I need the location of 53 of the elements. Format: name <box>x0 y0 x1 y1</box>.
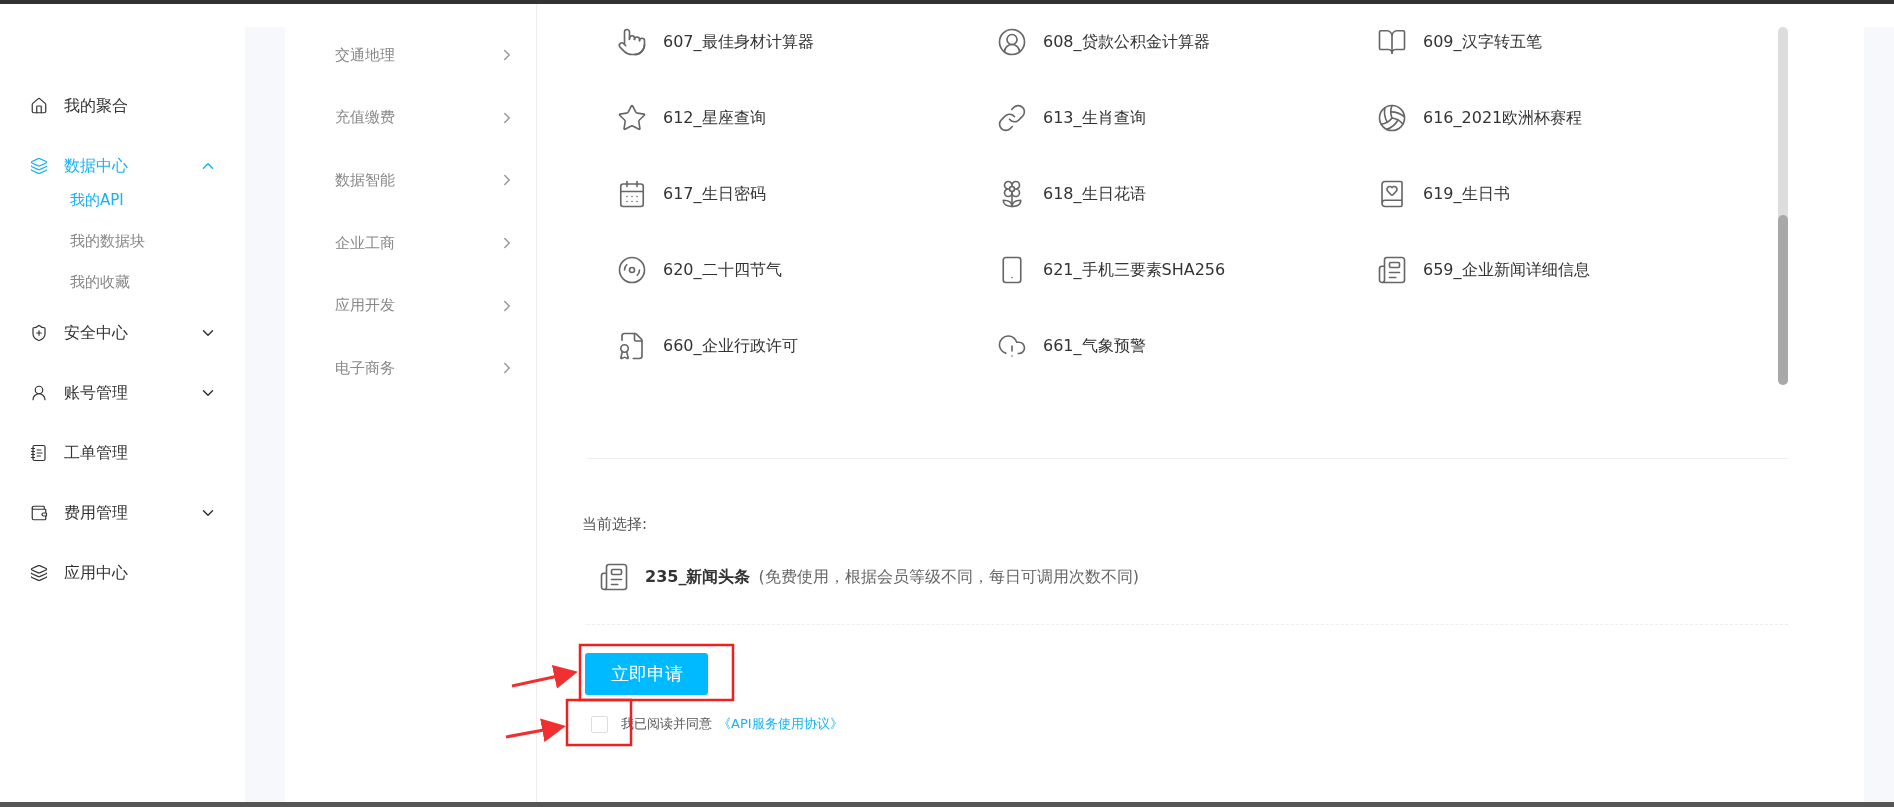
link-icon <box>997 103 1027 133</box>
category-item[interactable]: 企业工商 <box>285 211 536 275</box>
selected-api-note: (免费使用，根据会员等级不同，每日可调用次数不同) <box>758 566 1139 588</box>
scrollbar-track[interactable] <box>1778 27 1788 385</box>
sidebar-item[interactable]: 应用中心 <box>0 543 245 603</box>
wallet-icon <box>30 504 48 522</box>
star-icon <box>617 103 647 133</box>
category-item[interactable]: 电子商务 <box>285 336 536 400</box>
sidebar-item[interactable]: 安全中心 <box>0 303 245 363</box>
sidebar-item[interactable]: 账号管理 <box>0 363 245 423</box>
category-item[interactable]: 充值缴费 <box>285 86 536 150</box>
api-item[interactable]: 612_星座查询 <box>587 80 967 156</box>
api-item[interactable]: 660_企业行政许可 <box>587 308 967 384</box>
api-item[interactable]: 619_生日书 <box>1347 156 1778 232</box>
newspaper-icon <box>1377 255 1407 285</box>
sidebar-subitem[interactable]: 我的收藏 <box>0 262 245 303</box>
api-item[interactable]: 608_贷款公积金计算器 <box>967 4 1347 80</box>
shield-icon <box>30 324 48 342</box>
selected-api-name: 235_新闻头条 <box>645 566 751 588</box>
category-item[interactable]: 数据智能 <box>285 149 536 212</box>
layers-icon <box>30 157 48 175</box>
home-icon <box>30 97 48 115</box>
agreement-checkbox[interactable] <box>591 715 608 733</box>
current-selection-label: 当前选择: <box>582 515 649 534</box>
api-item[interactable]: 659_企业新闻详细信息 <box>1347 232 1778 308</box>
annotation-arrow <box>505 718 566 743</box>
pointer-icon <box>617 27 647 57</box>
sidebar-item[interactable]: 工单管理 <box>0 423 245 483</box>
api-item[interactable]: 617_生日密码 <box>587 156 967 232</box>
disc-icon <box>617 255 647 285</box>
layers-icon <box>30 564 48 582</box>
sidebar-item[interactable]: 费用管理 <box>0 483 245 543</box>
notepad-icon <box>30 444 48 462</box>
calendar-icon <box>617 179 647 209</box>
ball-icon <box>1377 103 1407 133</box>
api-item[interactable]: 616_2021欧洲杯赛程 <box>1347 80 1778 156</box>
sidebar-item[interactable]: 我的聚合 <box>0 76 245 136</box>
sidebar-subitem[interactable]: 我的数据块 <box>0 221 245 262</box>
api-item[interactable]: 621_手机三要素SHA256 <box>967 232 1347 308</box>
annotation-arrow <box>511 665 578 689</box>
category-item[interactable]: 应用开发 <box>285 274 536 337</box>
user-icon <box>30 384 48 402</box>
api-item[interactable]: 613_生肖查询 <box>967 80 1347 156</box>
api-item[interactable]: 607_最佳身材计算器 <box>587 4 967 80</box>
book-icon <box>1377 27 1407 57</box>
user-icon <box>997 27 1027 57</box>
api-item[interactable]: 661_气象预警 <box>967 308 1347 384</box>
api-item[interactable]: 609_汉字转五笔 <box>1347 4 1778 80</box>
scrollbar-thumb[interactable] <box>1778 215 1788 385</box>
category-item[interactable]: 交通地理 <box>285 24 536 87</box>
newspaper-icon <box>599 562 629 592</box>
api-item[interactable]: 618_生日花语 <box>967 156 1347 232</box>
api-item[interactable]: 620_二十四节气 <box>587 232 967 308</box>
